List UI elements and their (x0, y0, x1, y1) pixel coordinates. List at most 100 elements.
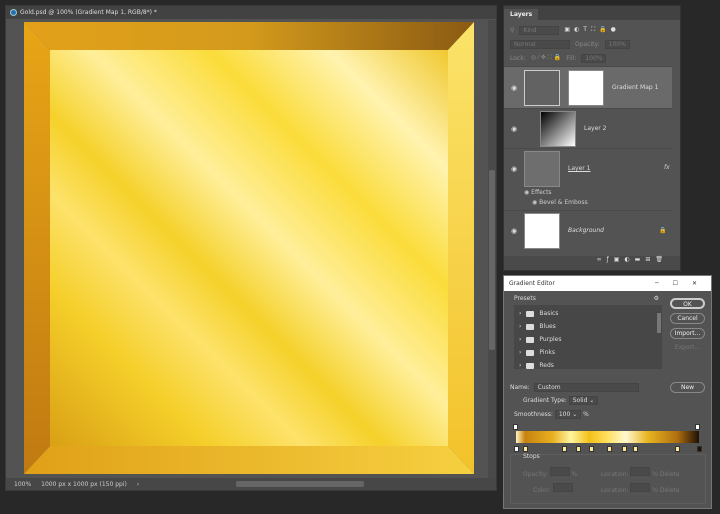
layer-background[interactable]: ◉ Background 🔒 (504, 210, 672, 250)
percent-label: % (652, 487, 658, 494)
color-stop[interactable] (621, 446, 627, 452)
layer-name: Layer 1 (568, 165, 591, 172)
smoothness-row: Smoothness: 100 ⌄ % (514, 410, 589, 419)
filter-icons[interactable]: ▣◐T⛶🔒● (564, 26, 619, 34)
opacity-field[interactable]: 100% (604, 39, 630, 49)
folder-name: Pinks (539, 349, 555, 356)
stop-opacity-field[interactable] (549, 467, 570, 476)
percent-label: % (583, 411, 589, 418)
folder-icon (526, 349, 535, 356)
location-label: Location: (601, 487, 629, 494)
stop-color-swatch[interactable] (552, 483, 573, 492)
cancel-button[interactable]: Cancel (670, 313, 705, 324)
export-button[interactable]: Export... (670, 343, 705, 354)
dialog-title: Gradient Editor (509, 280, 555, 287)
presets-label: Presets (514, 295, 536, 302)
preset-folder[interactable]: › Purples (514, 333, 662, 346)
horizontal-scrollbar[interactable] (236, 481, 364, 487)
color-label: Color: (533, 487, 551, 494)
color-stop[interactable] (632, 446, 638, 452)
tab-layers[interactable]: Layers (504, 9, 539, 20)
lock-icon: 🔒 (659, 227, 667, 234)
effect-row[interactable]: ◉ Bevel & Emboss (532, 199, 588, 206)
fill-field[interactable]: 100% (581, 53, 607, 63)
import-button[interactable]: Import... (670, 328, 705, 339)
color-stop[interactable] (561, 446, 567, 452)
location-label: Location: (601, 471, 629, 478)
delete-opacity-stop-button[interactable]: Delete (660, 471, 680, 478)
document-title: Gold.psd @ 100% (Gradient Map 1, RGB/8*)… (20, 9, 157, 16)
gradient-editor-dialog: Gradient Editor ─☐✕ Presets ⚙ › Basics › … (503, 275, 712, 509)
gold-face (50, 50, 448, 446)
chevron-right-icon[interactable]: › (137, 481, 139, 488)
canvas[interactable] (24, 22, 474, 474)
opacity-location-field[interactable] (630, 467, 651, 476)
eye-icon[interactable]: ◉ (508, 227, 520, 235)
color-stop[interactable] (675, 446, 681, 452)
smoothness-field[interactable]: 100 ⌄ (554, 410, 582, 419)
opacity-label: Opacity: (523, 471, 548, 478)
layer-1[interactable]: ◉ Layer 1 fx ◉ Effects ◉ Bevel & Emboss (504, 148, 672, 210)
eye-icon[interactable]: ◉ (508, 125, 520, 133)
stops-group: Stops Opacity: % Location: % Delete Colo… (510, 453, 706, 504)
blend-mode-select[interactable]: Normal (510, 39, 570, 49)
bevel-bottom (24, 446, 474, 474)
gradient-bar[interactable] (516, 431, 699, 443)
presets-header[interactable]: Presets ⚙ (514, 295, 659, 302)
layers-footer-buttons[interactable]: ∞ƒ▣◐▬⊞🗑 (504, 256, 680, 270)
dialog-titlebar: Gradient Editor ─☐✕ (504, 276, 711, 291)
name-row: Name: Custom (510, 383, 639, 392)
layer-2[interactable]: ◉ Layer 2 (504, 108, 672, 148)
mask-thumb (568, 69, 604, 106)
gradient-type-select[interactable]: Solid ⌄ (568, 396, 599, 405)
opacity-stop[interactable] (695, 424, 700, 430)
folder-icon (526, 362, 535, 369)
percent-label: % (571, 471, 578, 478)
effects-label: Effects (531, 189, 552, 196)
layer-thumb (524, 151, 560, 187)
adjustment-thumb (524, 69, 560, 106)
vertical-scrollbar[interactable] (488, 20, 496, 478)
lock-icons[interactable]: ◎ ⁄ ✥ ⛶ 🔒 (531, 54, 562, 62)
color-location-field[interactable] (630, 483, 651, 492)
bevel-right (448, 22, 474, 474)
percent-label: % (652, 471, 658, 478)
layer-name: Background (568, 227, 604, 234)
preset-folder[interactable]: › Pinks (514, 346, 662, 359)
color-stop[interactable] (523, 446, 529, 452)
name-label: Name: (510, 384, 530, 391)
gear-icon[interactable]: ⚙ (654, 295, 659, 302)
color-stop[interactable] (697, 446, 702, 452)
window-controls[interactable]: ─☐✕ (655, 280, 711, 287)
color-stop[interactable] (514, 446, 519, 452)
eye-icon[interactable]: ◉ (508, 165, 520, 173)
effects-row[interactable]: ◉ Effects (524, 189, 552, 196)
bevel-emboss-label: Bevel & Emboss (539, 199, 588, 206)
delete-color-stop-button[interactable]: Delete (660, 487, 680, 494)
presets-list[interactable]: › Basics › Blues › Purples › Pinks › Red… (514, 305, 662, 369)
scroll-thumb[interactable] (489, 170, 495, 350)
color-location-row: Location: % Delete (601, 483, 680, 494)
color-stop[interactable] (576, 446, 582, 452)
eye-icon[interactable]: ◉ (508, 84, 520, 92)
presets-scrollbar[interactable] (657, 313, 661, 333)
preset-folder[interactable]: › Basics (514, 307, 662, 320)
layer-name: Layer 2 (584, 125, 607, 132)
opacity-stop[interactable] (513, 424, 518, 430)
document-window: Gold.psd @ 100% (Gradient Map 1, RGB/8*)… (5, 5, 497, 491)
folder-name: Purples (539, 336, 562, 343)
document-tab[interactable]: Gold.psd @ 100% (Gradient Map 1, RGB/8*)… (6, 6, 496, 19)
zoom-level[interactable]: 100% (14, 481, 31, 488)
name-field[interactable]: Custom (533, 383, 639, 392)
search-icon: ⚲ (510, 26, 515, 34)
fx-icon[interactable]: fx (664, 164, 670, 171)
preset-folder[interactable]: › Reds (514, 359, 662, 372)
color-stop[interactable] (589, 446, 595, 452)
ok-button[interactable]: OK (670, 298, 705, 309)
photoshop-icon (10, 9, 17, 16)
new-button[interactable]: New (670, 382, 705, 393)
preset-folder[interactable]: › Blues (514, 320, 662, 333)
layer-gradient-map-1[interactable]: ◉ Gradient Map 1 (504, 66, 672, 108)
filter-kind[interactable]: Kind (519, 25, 560, 35)
color-stop[interactable] (607, 446, 613, 452)
